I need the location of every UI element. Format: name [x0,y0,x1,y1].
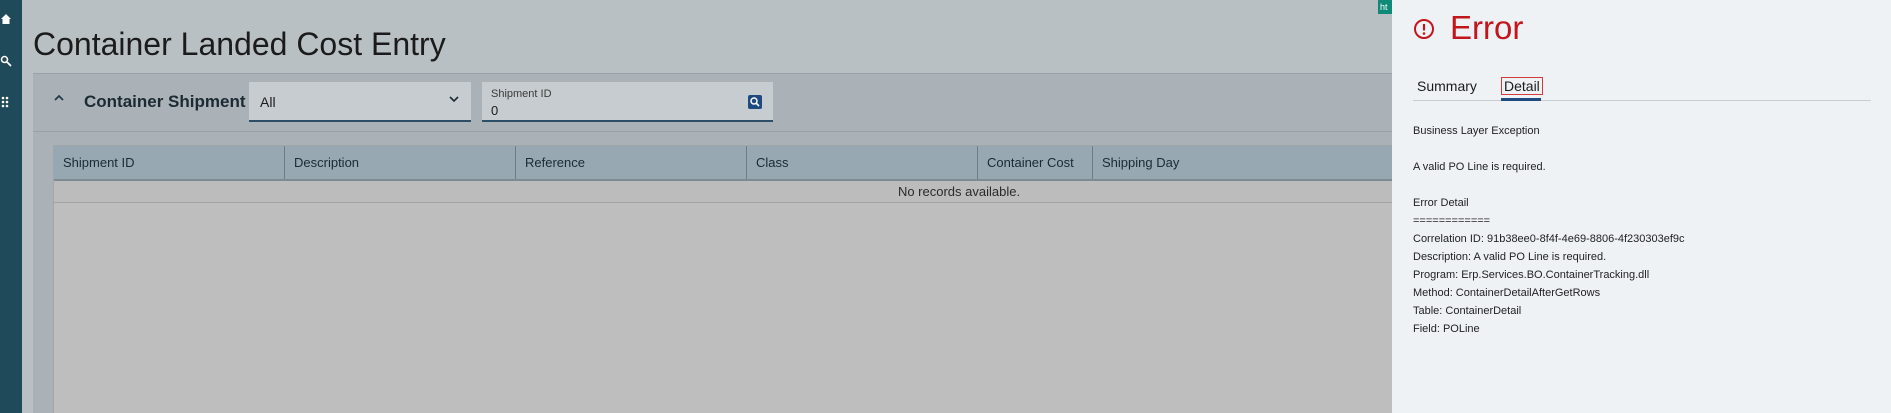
apps-grid-icon[interactable] [0,95,12,109]
error-icon [1413,18,1435,40]
home-icon[interactable] [0,13,12,27]
correlation-id: Correlation ID: 91b38ee0-8f4f-4e69-8806-… [1413,233,1685,245]
tab-summary[interactable]: Summary [1417,78,1477,94]
search-lookup-icon[interactable] [747,94,763,110]
error-drawer: Error Summary Detail Business Layer Exce… [1392,0,1891,413]
search-icon[interactable] [0,55,12,69]
select-value: All [260,94,276,110]
chevron-down-icon [447,93,461,107]
page-title: Container Landed Cost Entry [33,26,446,62]
shipment-id-label: Shipment ID [491,88,552,100]
table-line: Table: ContainerDetail [1413,305,1522,317]
chevron-up-icon[interactable] [51,92,67,108]
error-title: Error [1450,9,1524,46]
shipment-id-field[interactable]: Shipment ID 0 [482,82,773,122]
environment-tag: ht [1378,0,1393,14]
shipment-filter-select[interactable]: All [249,82,471,122]
column-header[interactable]: Shipping Day [1093,146,1203,179]
field-line: Field: POLine [1413,323,1480,335]
column-header[interactable]: Class [747,146,978,179]
method-line: Method: ContainerDetailAfterGetRows [1413,287,1601,299]
error-tabs: Summary Detail [1413,76,1871,101]
column-header[interactable]: Reference [516,146,747,179]
column-header[interactable]: Description [285,146,516,179]
column-header[interactable]: Container Cost [978,146,1093,179]
detail-separator: ============ [1413,215,1491,227]
detail-header: Error Detail [1413,197,1469,209]
active-tab-indicator [1501,98,1541,101]
shipment-id-value[interactable]: 0 [491,103,498,118]
column-header[interactable]: Shipment ID [54,146,285,179]
description-line: Description: A valid PO Line is required… [1413,251,1607,263]
nav-rail [0,0,22,413]
error-message: A valid PO Line is required. [1413,161,1546,173]
panel-title: Container Shipment [84,92,246,111]
error-detail-text: Business Layer Exception A valid PO Line… [1413,122,1871,338]
exception-type: Business Layer Exception [1413,125,1540,137]
tab-detail[interactable]: Detail [1501,77,1543,95]
program-line: Program: Erp.Services.BO.ContainerTracki… [1413,269,1650,281]
